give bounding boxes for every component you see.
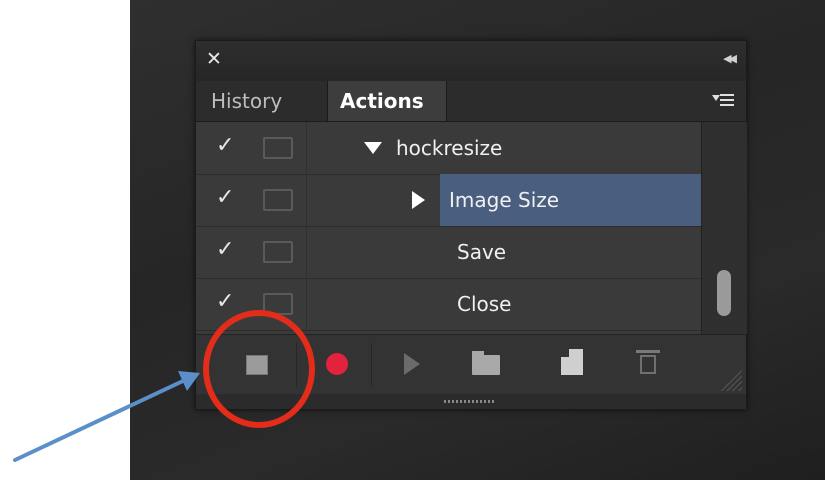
annotation-arrow bbox=[13, 371, 200, 462]
